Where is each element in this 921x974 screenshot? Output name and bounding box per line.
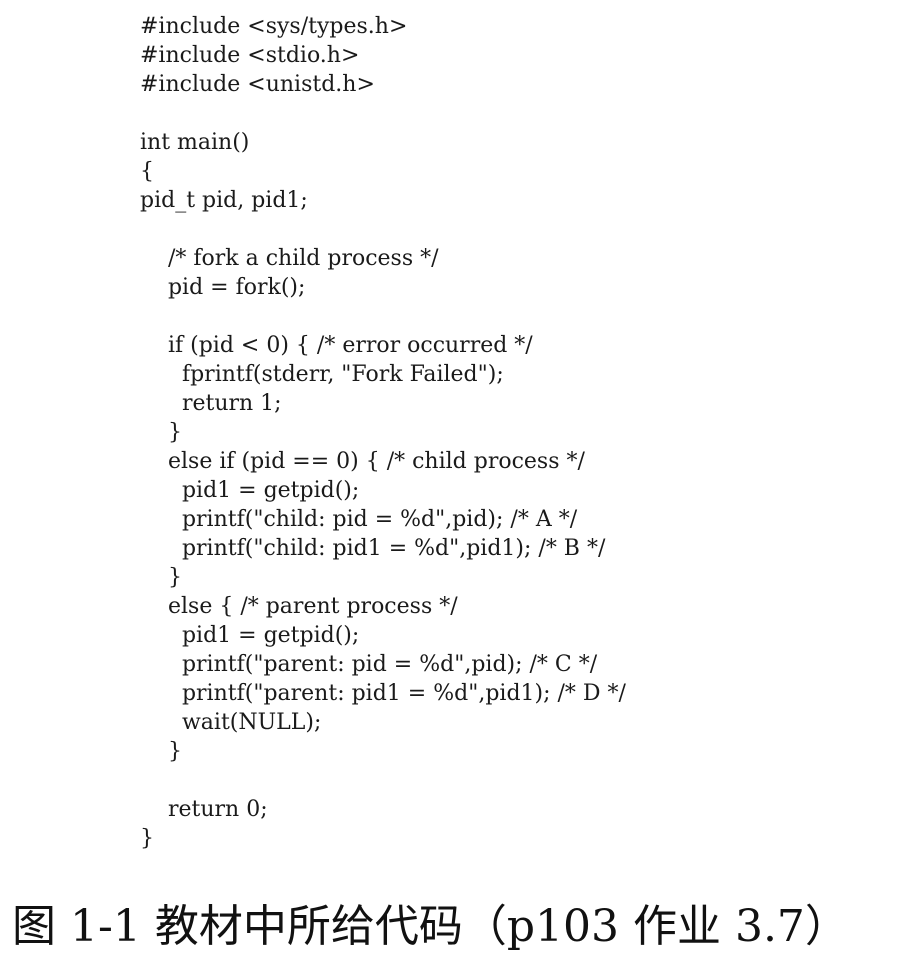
code-line: pid = fork(); (140, 275, 306, 300)
document-page: #include <sys/types.h> #include <stdio.h… (0, 0, 921, 974)
code-line: wait(NULL); (140, 710, 322, 735)
code-line: fprintf(stderr, "Fork Failed"); (140, 362, 504, 387)
code-line: printf("child: pid = %d",pid); /* A */ (140, 507, 578, 532)
code-line: return 0; (140, 797, 268, 822)
code-line: } (140, 739, 182, 764)
code-line: printf("child: pid1 = %d",pid1); /* B */ (140, 536, 606, 561)
code-line: printf("parent: pid = %d",pid); /* C */ (140, 652, 598, 677)
code-line: #include <unistd.h> (140, 72, 375, 97)
figure-caption: 图 1-1 教材中所给代码（p103 作业 3.7） (12, 901, 849, 952)
code-line: pid_t pid, pid1; (140, 188, 308, 213)
code-line: #include <sys/types.h> (140, 14, 408, 39)
code-line: printf("parent: pid1 = %d",pid1); /* D *… (140, 681, 626, 706)
code-line: pid1 = getpid(); (140, 623, 360, 648)
code-line: } (140, 420, 182, 445)
code-line: } (140, 826, 154, 851)
code-line: pid1 = getpid(); (140, 478, 360, 503)
code-line: int main() (140, 130, 250, 155)
code-line: return 1; (140, 391, 282, 416)
code-line: #include <stdio.h> (140, 43, 360, 68)
code-line: } (140, 565, 182, 590)
code-line: else { /* parent process */ (140, 594, 458, 619)
code-line: else if (pid == 0) { /* child process */ (140, 449, 585, 474)
code-line: { (140, 159, 154, 184)
code-listing: #include <sys/types.h> #include <stdio.h… (140, 12, 900, 853)
code-line: /* fork a child process */ (140, 246, 439, 271)
code-line: if (pid < 0) { /* error occurred */ (140, 333, 533, 358)
